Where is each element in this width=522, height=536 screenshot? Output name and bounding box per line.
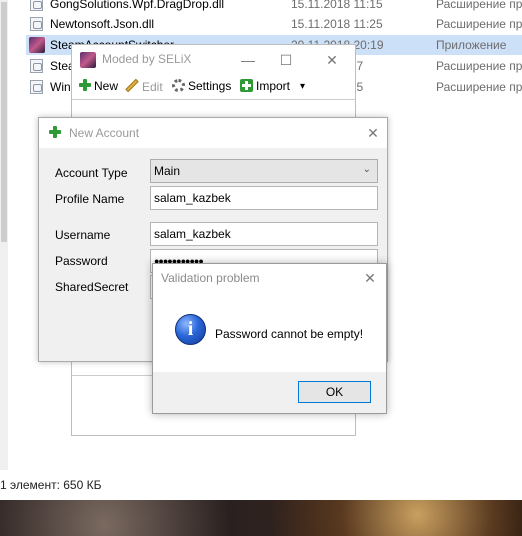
status-bar: 1 элемент: 650 КБ xyxy=(0,470,522,500)
file-type: Расширение пр xyxy=(436,80,522,94)
file-row[interactable]: GongSolutions.Wpf.DragDrop.dll 15.11.201… xyxy=(26,0,522,14)
edit-button[interactable]: Edit xyxy=(125,79,163,94)
file-date: 15.11.2018 11:15 xyxy=(291,0,383,11)
account-type-label: Account Type xyxy=(55,166,128,180)
plus-icon xyxy=(79,79,91,91)
file-type: Расширение пр xyxy=(436,17,522,31)
pencil-icon xyxy=(125,79,139,93)
close-button[interactable]: ✕ xyxy=(354,263,386,293)
validation-message: Password cannot be empty! xyxy=(215,327,364,341)
information-icon: i xyxy=(175,314,206,345)
file-date: 15.11.2018 11:25 xyxy=(291,17,383,31)
app-icon xyxy=(80,52,96,68)
file-type: Расширение пр xyxy=(436,59,522,73)
file-name: Win xyxy=(50,80,71,94)
settings-label: Settings xyxy=(188,79,232,93)
validation-dialog-title: Validation problem xyxy=(161,271,260,285)
close-button[interactable]: ✕ xyxy=(314,45,350,75)
scrollbar-thumb[interactable] xyxy=(1,2,7,242)
profile-name-field[interactable]: salam_kazbek xyxy=(150,186,378,210)
ok-button[interactable]: OK xyxy=(298,381,371,403)
minimize-button[interactable]: — xyxy=(230,45,266,75)
main-title-bar[interactable]: Moded by SELiX — ☐ ✕ xyxy=(72,45,355,75)
account-dialog-title: New Account xyxy=(69,126,140,140)
file-type: Приложение xyxy=(436,38,507,52)
username-field[interactable]: salam_kazbek xyxy=(150,222,378,246)
import-icon xyxy=(240,79,253,92)
status-text: 1 элемент: 650 КБ xyxy=(0,478,102,492)
toolbar-overflow-button[interactable]: ▾ xyxy=(300,81,305,92)
validation-dialog: Validation problem ✕ i Password cannot b… xyxy=(152,263,387,414)
dll-file-icon xyxy=(30,0,43,11)
file-type: Расширение пр xyxy=(436,0,522,11)
account-type-value: Main xyxy=(154,164,181,178)
validation-body: i Password cannot be empty! xyxy=(153,292,386,372)
chevron-down-icon: ⌄ xyxy=(362,164,371,175)
new-button[interactable]: New xyxy=(79,79,118,93)
app-icon xyxy=(29,37,45,53)
settings-button[interactable]: Settings xyxy=(172,79,231,93)
profile-name-label: Profile Name xyxy=(55,192,125,206)
main-toolbar: New Edit Settings Import ▾ xyxy=(72,75,355,100)
file-name: GongSolutions.Wpf.DragDrop.dll xyxy=(50,0,225,11)
dll-file-icon xyxy=(30,17,43,31)
import-button[interactable]: Import xyxy=(240,79,290,93)
shared-secret-label: SharedSecret xyxy=(55,280,129,294)
account-type-select[interactable]: Main ⌄ xyxy=(150,159,378,183)
edit-label: Edit xyxy=(142,80,163,94)
dll-file-icon xyxy=(30,59,43,73)
file-row[interactable]: Newtonsoft.Json.dll 15.11.2018 11:25 Рас… xyxy=(26,14,522,34)
account-dialog-title-bar[interactable]: New Account ✕ xyxy=(39,118,387,148)
validation-title-bar[interactable]: Validation problem ✕ xyxy=(153,264,386,292)
password-label: Password xyxy=(55,254,108,268)
plus-icon xyxy=(49,126,61,138)
dll-file-icon xyxy=(30,80,43,94)
desktop-wallpaper xyxy=(0,500,522,536)
vertical-scrollbar[interactable] xyxy=(0,0,8,470)
file-name: Newtonsoft.Json.dll xyxy=(50,17,155,31)
close-button[interactable]: ✕ xyxy=(355,118,391,148)
main-window-title: Moded by SELiX xyxy=(102,52,192,66)
gear-icon xyxy=(172,79,185,92)
username-label: Username xyxy=(55,228,111,242)
maximize-button[interactable]: ☐ xyxy=(268,45,304,75)
new-label: New xyxy=(94,79,119,93)
import-label: Import xyxy=(256,79,291,93)
